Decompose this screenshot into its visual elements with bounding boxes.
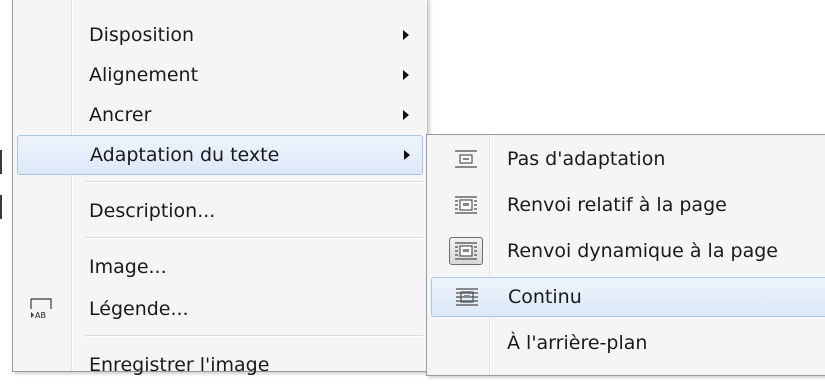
background-edge-mark (0, 150, 2, 174)
submenu-item-label: À l'arrière-plan (507, 332, 648, 354)
menu-item-label: Ancrer (89, 104, 152, 126)
menu-item-label: Image... (89, 256, 167, 278)
menu-item-label: Alignement (89, 64, 199, 86)
submenu-item-renvoi-dynamique[interactable]: Renvoi dynamique à la page (431, 231, 825, 271)
submenu-item-label: Continu (508, 286, 582, 308)
menu-item-label: Légende... (89, 298, 189, 320)
context-menu: Disposition Alignement Ancrer Adaptation… (12, 0, 428, 376)
menu-item-label: Enregistrer l'image (89, 354, 270, 376)
menu-item-legende[interactable]: AB Légende... (17, 289, 423, 329)
menu-separator (85, 181, 423, 183)
submenu-item-renvoi-relatif[interactable]: Renvoi relatif à la page (431, 185, 825, 225)
menu-item-enregistrer-image[interactable]: Enregistrer l'image (17, 345, 423, 385)
wrap-through-icon (456, 288, 478, 306)
menu-separator (85, 237, 423, 239)
submenu-item-label: Pas d'adaptation (507, 148, 666, 170)
submenu-item-arriere-plan[interactable]: À l'arrière-plan (431, 323, 825, 363)
menu-item-label: Disposition (89, 24, 195, 46)
wrap-dynamic-icon (455, 242, 477, 260)
menu-item-description[interactable]: Description... (17, 191, 423, 231)
menu-item-alignement[interactable]: Alignement (17, 55, 423, 95)
submenu-item-label: Renvoi relatif à la page (507, 194, 727, 216)
menu-separator (85, 335, 423, 337)
submenu-item-continu[interactable]: Continu (431, 277, 825, 317)
wrap-page-icon (455, 196, 477, 214)
submenu-arrow-icon (403, 110, 409, 120)
wrap-submenu: Pas d'adaptation Renvoi relatif à la pag… (426, 134, 825, 376)
menu-item-ancrer[interactable]: Ancrer (17, 95, 423, 135)
submenu-arrow-icon (403, 70, 409, 80)
submenu-item-label: Renvoi dynamique à la page (507, 240, 778, 262)
menu-item-disposition[interactable]: Disposition (17, 15, 423, 55)
wrap-none-icon (455, 150, 477, 168)
caption-icon-text: AB (35, 311, 46, 320)
submenu-item-pas-d-adaptation[interactable]: Pas d'adaptation (431, 139, 825, 179)
submenu-arrow-icon (404, 150, 410, 160)
menu-item-label: Adaptation du texte (90, 144, 280, 166)
menu-item-image[interactable]: Image... (17, 247, 423, 287)
menu-item-adaptation-du-texte[interactable]: Adaptation du texte (17, 135, 423, 175)
background-edge-mark (0, 195, 2, 219)
submenu-arrow-icon (403, 30, 409, 40)
background-window (0, 0, 12, 368)
menu-item-label: Description... (89, 200, 216, 222)
caption-icon: AB (30, 298, 52, 320)
